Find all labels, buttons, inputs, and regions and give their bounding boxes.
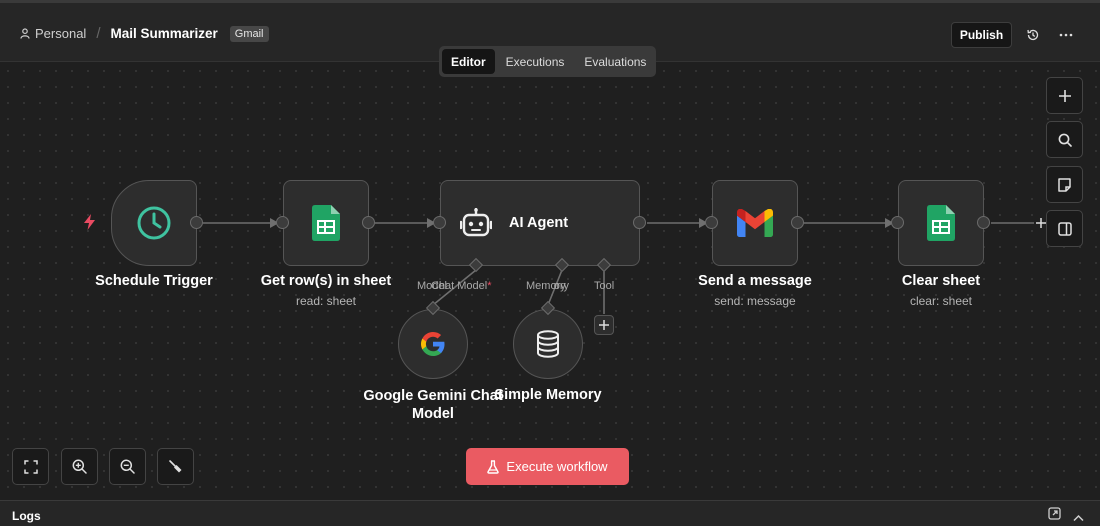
expand-logs-button[interactable] xyxy=(1073,509,1084,526)
flask-icon xyxy=(487,459,500,474)
breadcrumb: Personal / Mail Summarizer Gmail xyxy=(20,25,269,42)
logs-bar[interactable]: Logs xyxy=(0,500,1100,526)
breadcrumb-project-label: Personal xyxy=(35,26,87,41)
input-port[interactable] xyxy=(705,216,718,229)
google-icon xyxy=(421,332,445,356)
node-title: Send a message xyxy=(698,273,812,289)
more-button[interactable] xyxy=(1056,25,1076,45)
node-get-rows[interactable] xyxy=(283,180,369,266)
node-schedule-trigger[interactable] xyxy=(111,180,197,266)
node-subtitle: send: message xyxy=(714,294,796,308)
add-sticky-note-button[interactable] xyxy=(1046,166,1083,203)
memory-overlap-text: ory xyxy=(553,280,570,292)
zoom-in-icon xyxy=(72,459,87,474)
input-port[interactable] xyxy=(276,216,289,229)
pop-out-logs-button[interactable] xyxy=(1048,507,1061,525)
input-port[interactable] xyxy=(433,216,446,229)
logs-title: Logs xyxy=(12,509,41,523)
tidy-up-button[interactable] xyxy=(157,448,194,485)
node-ai-agent[interactable]: AI Agent xyxy=(440,180,640,266)
panel-icon xyxy=(1057,221,1072,236)
node-clear-sheet[interactable] xyxy=(898,180,984,266)
toggle-panel-button[interactable] xyxy=(1046,210,1083,247)
execute-workflow-label: Execute workflow xyxy=(506,459,608,474)
execute-workflow-button[interactable]: Execute workflow xyxy=(466,448,629,485)
output-port[interactable] xyxy=(633,216,646,229)
chat-model-port-label: ModelChat Model* xyxy=(417,280,492,292)
broom-icon xyxy=(169,460,182,473)
node-title: Simple Memory xyxy=(494,387,602,403)
view-tabs: Editor Executions Evaluations xyxy=(439,46,656,77)
database-icon xyxy=(537,330,559,358)
output-port[interactable] xyxy=(791,216,804,229)
note-icon xyxy=(1058,177,1071,192)
history-button[interactable] xyxy=(1023,25,1043,45)
user-icon xyxy=(20,28,30,39)
workflow-title[interactable]: Mail Summarizer xyxy=(110,26,217,41)
output-port[interactable] xyxy=(362,216,375,229)
breadcrumb-separator: / xyxy=(96,25,101,42)
output-port[interactable] xyxy=(977,216,990,229)
plus-icon xyxy=(1058,89,1071,102)
plus-icon xyxy=(1036,218,1046,228)
node-google-gemini[interactable] xyxy=(398,309,468,379)
chevron-up-icon xyxy=(1073,514,1084,522)
node-title: Get row(s) in sheet xyxy=(260,273,392,289)
publish-button[interactable]: Publish xyxy=(951,22,1012,48)
node-title: Schedule Trigger xyxy=(95,273,213,289)
node-send-message[interactable] xyxy=(712,180,798,266)
chat-model-text: Chat Model xyxy=(430,280,488,292)
zoom-in-button[interactable] xyxy=(61,448,98,485)
history-icon xyxy=(1027,29,1039,41)
node-subtitle: read: sheet xyxy=(295,294,357,308)
zoom-out-button[interactable] xyxy=(109,448,146,485)
breadcrumb-project[interactable]: Personal xyxy=(20,26,86,41)
node-title: AI Agent xyxy=(509,215,569,231)
input-port[interactable] xyxy=(891,216,904,229)
ellipsis-icon xyxy=(1059,33,1073,37)
plus-icon xyxy=(599,320,609,330)
add-tool-button[interactable] xyxy=(594,315,614,335)
google-sheets-icon xyxy=(927,205,955,241)
search-nodes-button[interactable] xyxy=(1046,121,1083,158)
fit-view-icon xyxy=(23,459,38,474)
node-subtitle: clear: sheet xyxy=(909,294,973,308)
clock-icon xyxy=(137,206,171,240)
tab-evaluations[interactable]: Evaluations xyxy=(575,49,655,74)
search-icon xyxy=(1058,133,1072,147)
google-sheets-icon xyxy=(312,205,340,241)
zoom-out-icon xyxy=(120,459,135,474)
tag-badge[interactable]: Gmail xyxy=(229,25,269,42)
tab-editor[interactable]: Editor xyxy=(442,49,495,74)
output-port[interactable] xyxy=(190,216,203,229)
node-title: Clear sheet xyxy=(901,273,981,289)
gmail-icon xyxy=(737,209,773,237)
memory-port-label: Memoryory xyxy=(526,280,569,292)
tab-executions[interactable]: Executions xyxy=(497,49,574,74)
trigger-bolt-icon xyxy=(84,214,95,230)
fit-view-button[interactable] xyxy=(12,448,49,485)
tool-port-label: Tool xyxy=(594,280,615,292)
gemini-title-line2: Model xyxy=(412,406,454,422)
robot-icon xyxy=(460,208,492,237)
node-simple-memory[interactable] xyxy=(513,309,583,379)
external-window-icon xyxy=(1048,507,1061,520)
add-next-node-button[interactable] xyxy=(1034,214,1048,232)
required-marker: * xyxy=(487,280,492,292)
add-node-button[interactable] xyxy=(1046,77,1083,114)
